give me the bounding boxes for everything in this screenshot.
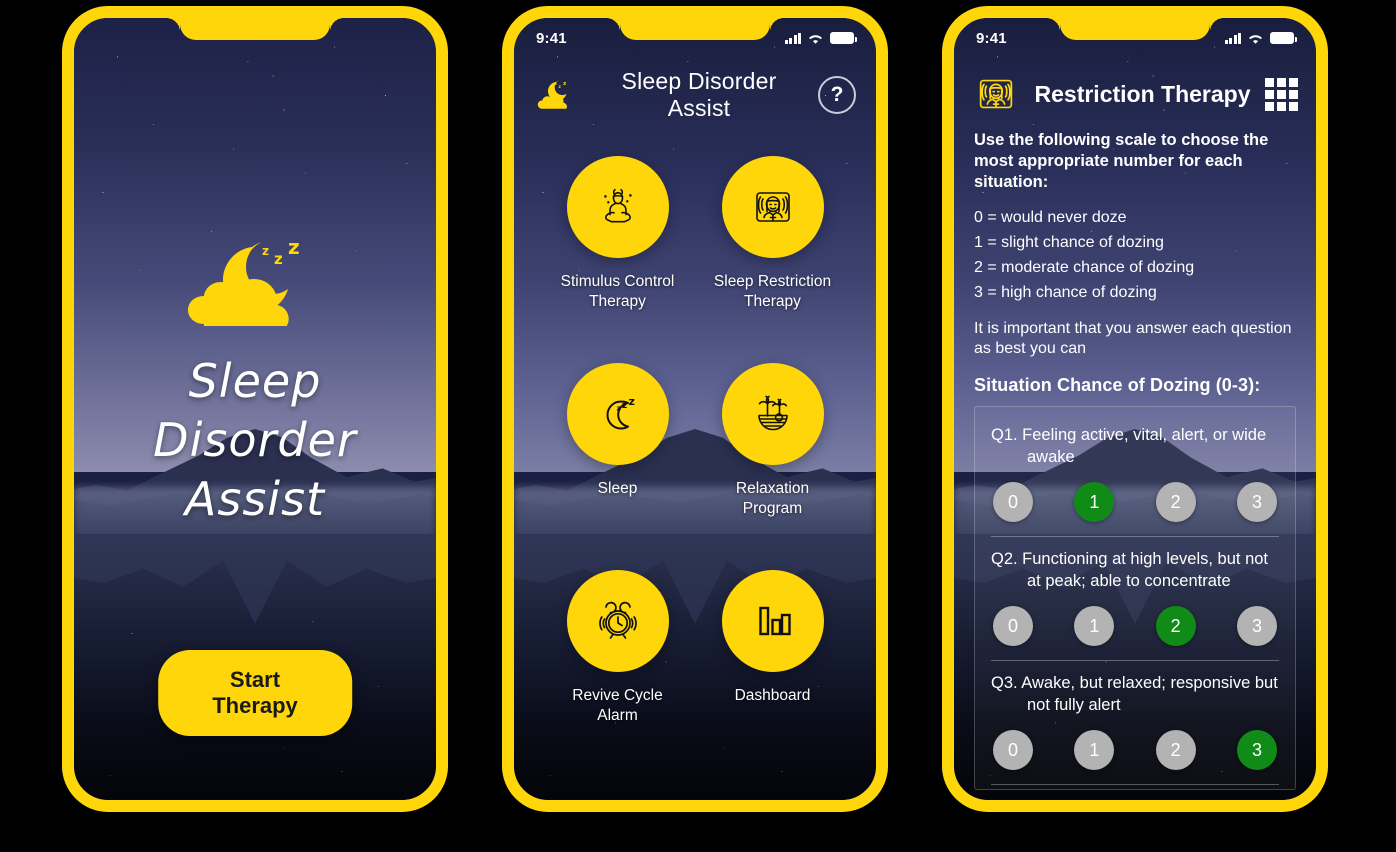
menu-item-label: Revive Cycle Alarm	[572, 687, 663, 724]
phone3-screen: 9:41 Restriction Therapy Use the followi…	[954, 18, 1316, 800]
phone1-screen: z z z Sleep Disorder Assist Start Therap…	[74, 18, 436, 800]
menu-item-dashboard[interactable]: Dashboard	[695, 570, 850, 777]
grid-menu-icon[interactable]	[1265, 77, 1298, 111]
app-bar: Restriction Therapy	[954, 58, 1316, 130]
option-2[interactable]: 2	[1155, 730, 1196, 771]
scale-item: 1 = slight chance of dozing	[974, 234, 1164, 252]
option-0[interactable]: 0	[993, 606, 1033, 647]
menu-item-label: Sleep Restriction Therapy	[713, 273, 832, 310]
menu-grid: Stimulus Control Therapy Sleep Restricti…	[514, 146, 876, 800]
scale-item: 3 = high chance of dozing	[974, 284, 1157, 302]
sleep-restriction-face-icon	[721, 156, 824, 258]
status-icons	[1224, 32, 1297, 45]
battery-icon	[1270, 32, 1297, 44]
instructions-intro: Use the following scale to choose the mo…	[974, 131, 1269, 191]
splash-content: z z z Sleep Disorder Assist Start Therap…	[74, 18, 436, 800]
status-bar: 9:41	[514, 18, 876, 58]
question-block: Q1. Feeling active, vital, alert, or wid…	[991, 413, 1279, 538]
signal-bars-icon	[784, 32, 801, 44]
phone-questionnaire-screen: 9:41 Restriction Therapy Use the followi…	[942, 6, 1328, 812]
option-2[interactable]: 2	[1155, 482, 1196, 523]
menu-item-label: Relaxation Program	[735, 480, 810, 517]
question-block: Q3. Awake, but relaxed; responsive but n…	[991, 661, 1279, 786]
start-therapy-button[interactable]: Start Therapy	[158, 650, 352, 736]
svg-text:z: z	[559, 84, 562, 89]
help-button[interactable]: ?	[818, 76, 856, 114]
option-3[interactable]: 3	[1236, 482, 1277, 523]
menu-item-sleep-restriction-therapy[interactable]: Sleep Restriction Therapy	[695, 156, 850, 363]
app-title: Sleep Disorder Assist	[90, 352, 420, 529]
status-time: 9:41	[976, 29, 1007, 47]
option-1[interactable]: 1	[1074, 606, 1115, 647]
menu-item-relaxation-program[interactable]: Relaxation Program	[695, 363, 850, 570]
menu-item-sleep[interactable]: z z z Sleep	[540, 363, 695, 570]
sleep-restriction-face-icon	[972, 70, 1020, 118]
svg-text:z: z	[555, 82, 557, 86]
option-0[interactable]: 0	[993, 730, 1033, 771]
status-time: 9:41	[536, 29, 567, 47]
scale-legend: 0 = would never doze 1 = slight chance o…	[974, 206, 1296, 306]
section-title: Situation Chance of Dozing (0-3):	[974, 375, 1261, 396]
question-options: 0 1 2 3	[991, 606, 1279, 650]
app-bar-title: Sleep Disorder Assist	[621, 68, 777, 121]
svg-text:z: z	[628, 395, 634, 408]
screenshot-stage: z z z Sleep Disorder Assist Start Therap…	[0, 0, 1396, 852]
menu-item-stimulus-control-therapy[interactable]: Stimulus Control Therapy	[540, 156, 695, 363]
phone-menu-screen: 9:41 z z z Sleep Disorder Assist ? Stimu…	[502, 6, 888, 812]
instructions-note: It is important that you answer each que…	[974, 320, 1292, 358]
signal-bars-icon	[1224, 32, 1241, 44]
svg-text:z: z	[288, 235, 300, 259]
phone2-screen: 9:41 z z z Sleep Disorder Assist ? Stimu…	[514, 18, 876, 800]
scale-item: 0 = would never doze	[974, 209, 1127, 227]
question-text: Q1. Feeling active, vital, alert, or wid…	[991, 426, 1267, 466]
menu-item-label: Stimulus Control Therapy	[560, 273, 675, 310]
moon-zzz-icon: z z z	[566, 363, 669, 465]
option-0[interactable]: 0	[993, 482, 1033, 523]
question-text: Q2. Functioning at high levels, but not …	[991, 550, 1269, 590]
app-title-line1: Sleep Disorder	[153, 354, 357, 467]
question-options: 0 1 2 3	[991, 730, 1279, 774]
svg-text:z: z	[563, 81, 566, 87]
battery-icon	[830, 32, 857, 44]
app-title-line2: Assist	[184, 471, 326, 526]
option-1[interactable]: 1	[1074, 730, 1115, 771]
option-2[interactable]: 2	[1155, 606, 1196, 647]
phone-splash-screen: z z z Sleep Disorder Assist Start Therap…	[62, 6, 448, 812]
question-options: 0 1 2 3	[991, 482, 1279, 526]
svg-text:z: z	[622, 401, 627, 411]
menu-item-label: Sleep	[597, 480, 638, 497]
question-text: Q3. Awake, but relaxed; responsive but n…	[991, 674, 1278, 714]
questionnaire-body: Use the following scale to choose the mo…	[954, 130, 1316, 800]
phone-notch	[180, 18, 330, 40]
status-bar: 9:41	[954, 18, 1316, 58]
app-bar: z z z Sleep Disorder Assist ?	[514, 58, 876, 132]
meditation-person-icon	[566, 156, 669, 258]
wifi-icon	[809, 34, 822, 44]
menu-item-revive-cycle-alarm[interactable]: Revive Cycle Alarm	[540, 570, 695, 777]
option-1[interactable]: 1	[1074, 482, 1115, 523]
bar-chart-icon	[721, 570, 824, 672]
status-icons	[784, 32, 857, 45]
alarm-clock-icon	[566, 570, 669, 672]
sleep-cloud-moon-logo: z z z	[170, 228, 340, 338]
scale-item: 2 = moderate chance of dozing	[974, 259, 1195, 277]
option-3[interactable]: 3	[1236, 730, 1277, 771]
palm-tree-sunset-icon	[721, 363, 824, 465]
wifi-icon	[1249, 34, 1262, 44]
sleep-cloud-moon-logo: z z z	[534, 78, 580, 112]
menu-item-label: Dashboard	[734, 687, 811, 704]
question-block: Q2. Functioning at high levels, but not …	[991, 537, 1279, 662]
app-bar-title: Restriction Therapy	[1034, 80, 1251, 107]
questions-card: Q1. Feeling active, vital, alert, or wid…	[974, 406, 1296, 791]
svg-text:z: z	[274, 250, 283, 268]
svg-text:z: z	[262, 244, 269, 258]
svg-text:z: z	[616, 405, 620, 413]
option-3[interactable]: 3	[1236, 606, 1277, 647]
